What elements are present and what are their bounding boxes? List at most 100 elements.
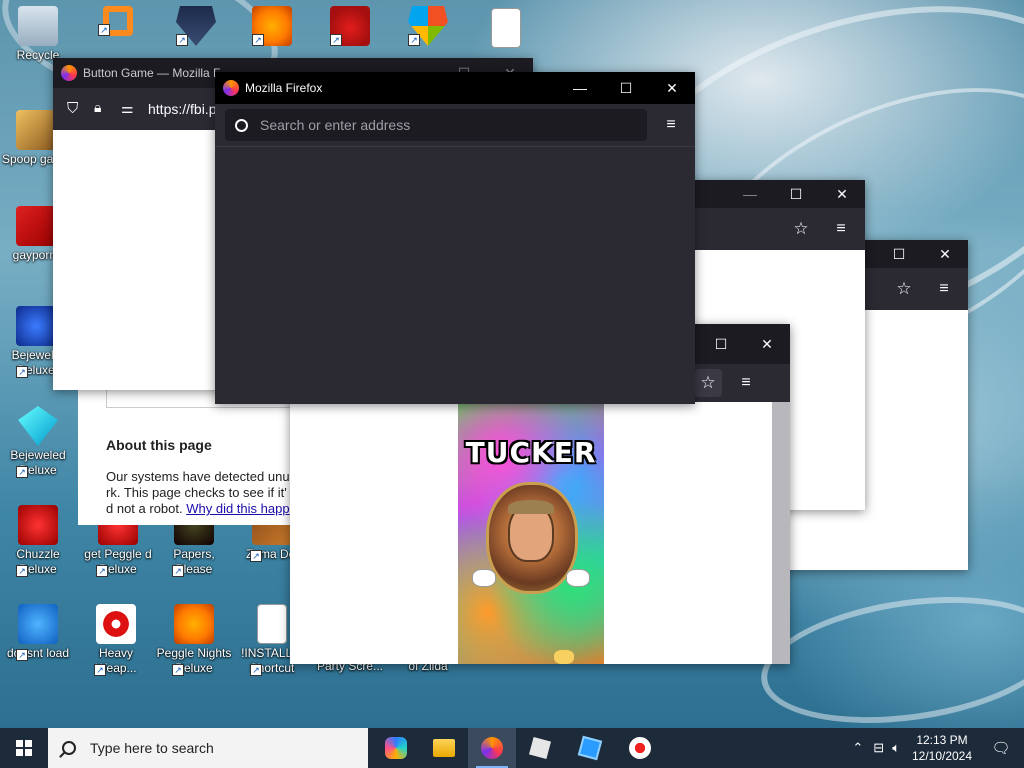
document-icon (491, 8, 521, 48)
window-title: Mozilla Firefox (245, 81, 323, 95)
bejeweled2-icon (16, 306, 56, 346)
tucker-hair (508, 500, 554, 514)
desktop-icon-label: Heavy Weap... (95, 646, 137, 675)
desktop-icon-heavy-weapon[interactable]: ↗ Heavy Weap... (78, 604, 154, 676)
shortcut-arrow-icon: ↗ (16, 366, 28, 378)
menu-icon[interactable]: ≡ (930, 275, 958, 303)
peggle-nights-icon (174, 604, 214, 644)
address-placeholder: Search or enter address (260, 117, 411, 133)
firefox-main-window[interactable]: Mozilla Firefox — ☐ ✕ Search or enter ad… (215, 72, 695, 404)
shortcut-arrow-icon: ↗ (96, 565, 108, 577)
shortcut-arrow-icon: ↗ (98, 24, 110, 36)
captcha-line-3: d not a robot. (106, 501, 187, 516)
bejeweled-icon (18, 406, 58, 446)
flash-icon (16, 206, 56, 246)
copilot-icon[interactable] (372, 728, 420, 768)
maximize-button[interactable]: ☐ (773, 180, 819, 208)
shortcut-arrow-icon: ↗ (94, 664, 106, 676)
maximize-button[interactable]: ☐ (603, 72, 649, 104)
desktop-icon-doesnt-load[interactable]: ↗ doesnt load (0, 604, 76, 661)
recycle-bin-icon (18, 6, 58, 46)
captcha-line-1: Our systems have detected unu (106, 469, 290, 484)
network-icon[interactable]: ⊟ (873, 740, 884, 756)
shortcut-arrow-icon: ↗ (330, 34, 342, 46)
shortcut-arrow-icon: ↗ (172, 565, 184, 577)
shortcut-arrow-icon: ↗ (16, 649, 28, 661)
shortcut-arrow-icon: ↗ (172, 664, 184, 676)
chevron-up-icon[interactable]: ⌃ (852, 740, 863, 756)
desktop-icon-bejeweled[interactable]: ↗ Bejeweled Deluxe (0, 406, 76, 478)
maximize-button[interactable]: ☐ (876, 240, 922, 268)
shortcut-arrow-icon: ↗ (250, 664, 262, 676)
wallpaper-swoosh (753, 579, 1024, 728)
page-content (215, 146, 695, 404)
shortcut-arrow-icon: ↗ (252, 34, 264, 46)
captcha-line-2: rk. This page checks to see if it' (106, 485, 287, 500)
chuzzle-icon (18, 505, 58, 545)
tucker-image[interactable]: TUCKER (458, 404, 604, 664)
roblox-icon[interactable] (516, 728, 564, 768)
record-icon[interactable] (616, 728, 664, 768)
close-button[interactable]: ✕ (744, 324, 790, 364)
window-titlebar[interactable]: Mozilla Firefox — ☐ ✕ (215, 72, 695, 104)
heavy-weapon-icon (96, 604, 136, 644)
firefox-icon[interactable] (468, 728, 516, 768)
desktop-icon-windows-shield[interactable]: ↗ (390, 6, 466, 46)
address-bar[interactable]: Search or enter address (225, 109, 647, 141)
clock-time: 12:13 PM (916, 733, 968, 747)
maximize-button[interactable]: ☐ (698, 324, 744, 364)
why-did-this-happen-link[interactable]: Why did this happ (186, 501, 289, 516)
desktop-icon-document[interactable] (468, 8, 544, 48)
lock-icon[interactable]: 🔒︎ (94, 99, 101, 116)
sticker-icon (554, 650, 574, 664)
search-icon (235, 118, 248, 132)
close-button[interactable]: ✕ (649, 72, 695, 104)
menu-icon[interactable]: ≡ (657, 111, 685, 139)
shortcut-arrow-icon: ↗ (250, 550, 262, 562)
navigation-bar: Search or enter address ≡ (215, 104, 695, 146)
desktop-icon-label: get Peggle d Deluxe (84, 547, 152, 576)
shield-icon[interactable]: ⛉ (67, 100, 78, 117)
system-tray: ⌃ ⊟ 🔈︎ 12:13 PM 12/10/2024 🗨︎ (852, 728, 1024, 768)
bookmark-star-icon[interactable]: ☆ (787, 215, 815, 243)
desktop-icon-peggle[interactable]: ↗ (234, 6, 310, 46)
menu-icon[interactable]: ≡ (827, 215, 855, 243)
minimize-button[interactable]: — (557, 72, 603, 104)
url-text[interactable]: https://fbi.p (148, 101, 216, 117)
notifications-icon[interactable]: 🗨︎ (978, 739, 1024, 757)
clock[interactable]: 12:13 PM 12/10/2024 (906, 732, 978, 764)
taskbar-search[interactable]: Type here to search (48, 728, 368, 768)
close-button[interactable]: ✕ (922, 240, 968, 268)
close-button[interactable]: ✕ (819, 180, 865, 208)
desktop-icon-label: Papers, Please (173, 547, 215, 576)
permissions-icon[interactable]: ⚌ (121, 100, 134, 117)
shortcut-arrow-icon: ↗ (408, 34, 420, 46)
captcha-heading: About this page (106, 437, 212, 453)
desktop-icon-label: doesnt load (6, 646, 70, 660)
firefox-icon (223, 80, 239, 96)
minimize-button[interactable]: — (727, 180, 773, 208)
windows-logo-icon (16, 740, 32, 756)
desktop-icon-chuzzle[interactable]: ↗ Chuzzle Deluxe (0, 505, 76, 577)
bookmark-star-icon[interactable]: ☆ (890, 275, 918, 303)
bookmark-star-icon[interactable]: ☆ (694, 369, 722, 397)
spooky-game-icon (16, 110, 56, 150)
roblox-studio-icon[interactable] (566, 728, 614, 768)
shortcut-arrow-icon: ↗ (16, 466, 28, 478)
desktop-icon-angry-birds[interactable]: ↗ (312, 6, 388, 46)
desktop-icon-label: Peggle Nights Deluxe (156, 646, 232, 675)
start-button[interactable] (0, 728, 48, 768)
window-title: Button Game — Mozilla F (83, 66, 221, 80)
taskbar-search-placeholder: Type here to search (90, 740, 214, 756)
clock-date: 12/10/2024 (911, 749, 973, 763)
desktop-icon-hockey[interactable]: ↗ (158, 6, 234, 46)
desktop-icon-recycle-bin[interactable]: Recycle (0, 6, 76, 63)
volume-icon[interactable]: 🔈︎ (892, 740, 900, 756)
menu-icon[interactable]: ≡ (732, 369, 760, 397)
tucker-title: TUCKER (465, 436, 597, 469)
file-explorer-icon[interactable] (420, 728, 468, 768)
shortcut-arrow-icon: ↗ (16, 565, 28, 577)
desktop-icon-search-app[interactable]: ↗ (80, 6, 156, 36)
firefox-icon (61, 65, 77, 81)
desktop-icon-peggle-nights[interactable]: ↗ Peggle Nights Deluxe (156, 604, 232, 676)
